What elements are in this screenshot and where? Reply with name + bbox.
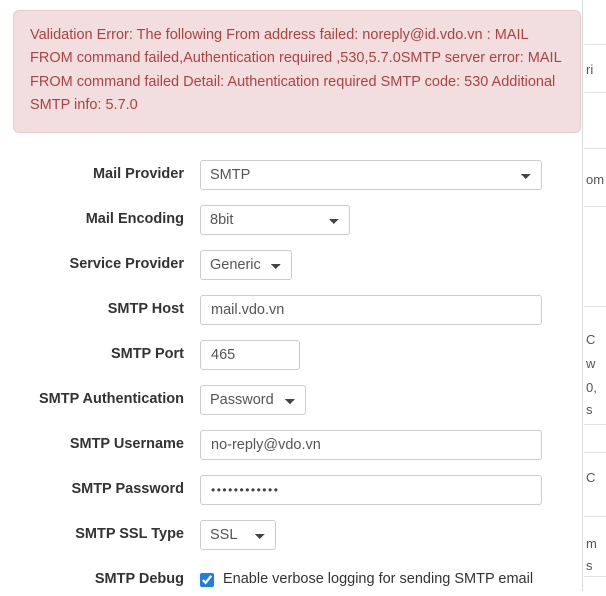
- service-provider-select[interactable]: Generic: [200, 249, 292, 280]
- label-smtp-username: SMTP Username: [69, 436, 184, 453]
- control-area-smtp-authentication: Password: [200, 384, 606, 415]
- control-area-mail-provider: SMTP: [200, 159, 606, 190]
- form-row-smtp-username: SMTP Username: [0, 429, 606, 461]
- form-row-smtp-authentication: SMTP Authentication Password: [0, 384, 606, 416]
- smtp-host-input[interactable]: [200, 294, 542, 325]
- control-area-service-provider: Generic: [200, 249, 606, 280]
- alert-container: Validation Error: The following From add…: [0, 0, 606, 133]
- mail-settings-form: Mail Provider SMTP Mail Encoding 8bit Se…: [0, 159, 606, 596]
- label-smtp-port: SMTP Port: [110, 346, 184, 363]
- form-row-smtp-password: SMTP Password: [0, 474, 606, 506]
- control-area-smtp-password: [200, 474, 606, 505]
- smtp-port-input[interactable]: [200, 339, 300, 370]
- smtp-username-input[interactable]: [200, 429, 542, 460]
- smtp-password-input[interactable]: [200, 474, 542, 505]
- form-row-service-provider: Service Provider Generic: [0, 249, 606, 281]
- control-area-smtp-username: [200, 429, 606, 460]
- control-area-smtp-debug: Enable verbose logging for sending SMTP …: [200, 571, 606, 588]
- label-smtp-ssl-type: SMTP SSL Type: [75, 526, 184, 543]
- control-area-mail-encoding: 8bit: [200, 204, 606, 235]
- label-smtp-authentication: SMTP Authentication: [39, 391, 184, 408]
- smtp-debug-checkbox[interactable]: [200, 572, 214, 587]
- label-smtp-host: SMTP Host: [107, 301, 184, 318]
- label-mail-encoding: Mail Encoding: [85, 211, 184, 228]
- mail-provider-select[interactable]: SMTP: [200, 159, 542, 190]
- form-row-smtp-ssl-type: SMTP SSL Type SSL: [0, 519, 606, 551]
- form-row-mail-encoding: Mail Encoding 8bit: [0, 204, 606, 236]
- label-mail-provider: Mail Provider: [92, 166, 184, 183]
- form-row-smtp-debug: SMTP Debug Enable verbose logging for se…: [0, 564, 606, 596]
- form-row-smtp-host: SMTP Host: [0, 294, 606, 326]
- label-smtp-password: SMTP Password: [71, 481, 184, 498]
- smtp-debug-checkbox-label: Enable verbose logging for sending SMTP …: [223, 571, 534, 588]
- control-area-smtp-port: [200, 339, 606, 370]
- control-area-smtp-ssl-type: SSL: [200, 519, 606, 550]
- label-smtp-debug: SMTP Debug: [94, 571, 184, 588]
- form-row-mail-provider: Mail Provider SMTP: [0, 159, 606, 191]
- label-service-provider: Service Provider: [69, 256, 184, 273]
- smtp-ssl-type-select[interactable]: SSL: [200, 519, 276, 550]
- panel-rule: [584, 148, 606, 149]
- mail-encoding-select[interactable]: 8bit: [200, 204, 350, 235]
- form-row-smtp-port: SMTP Port: [0, 339, 606, 371]
- control-area-smtp-host: [200, 294, 606, 325]
- smtp-authentication-select[interactable]: Password: [200, 384, 306, 415]
- validation-error-alert: Validation Error: The following From add…: [13, 10, 581, 133]
